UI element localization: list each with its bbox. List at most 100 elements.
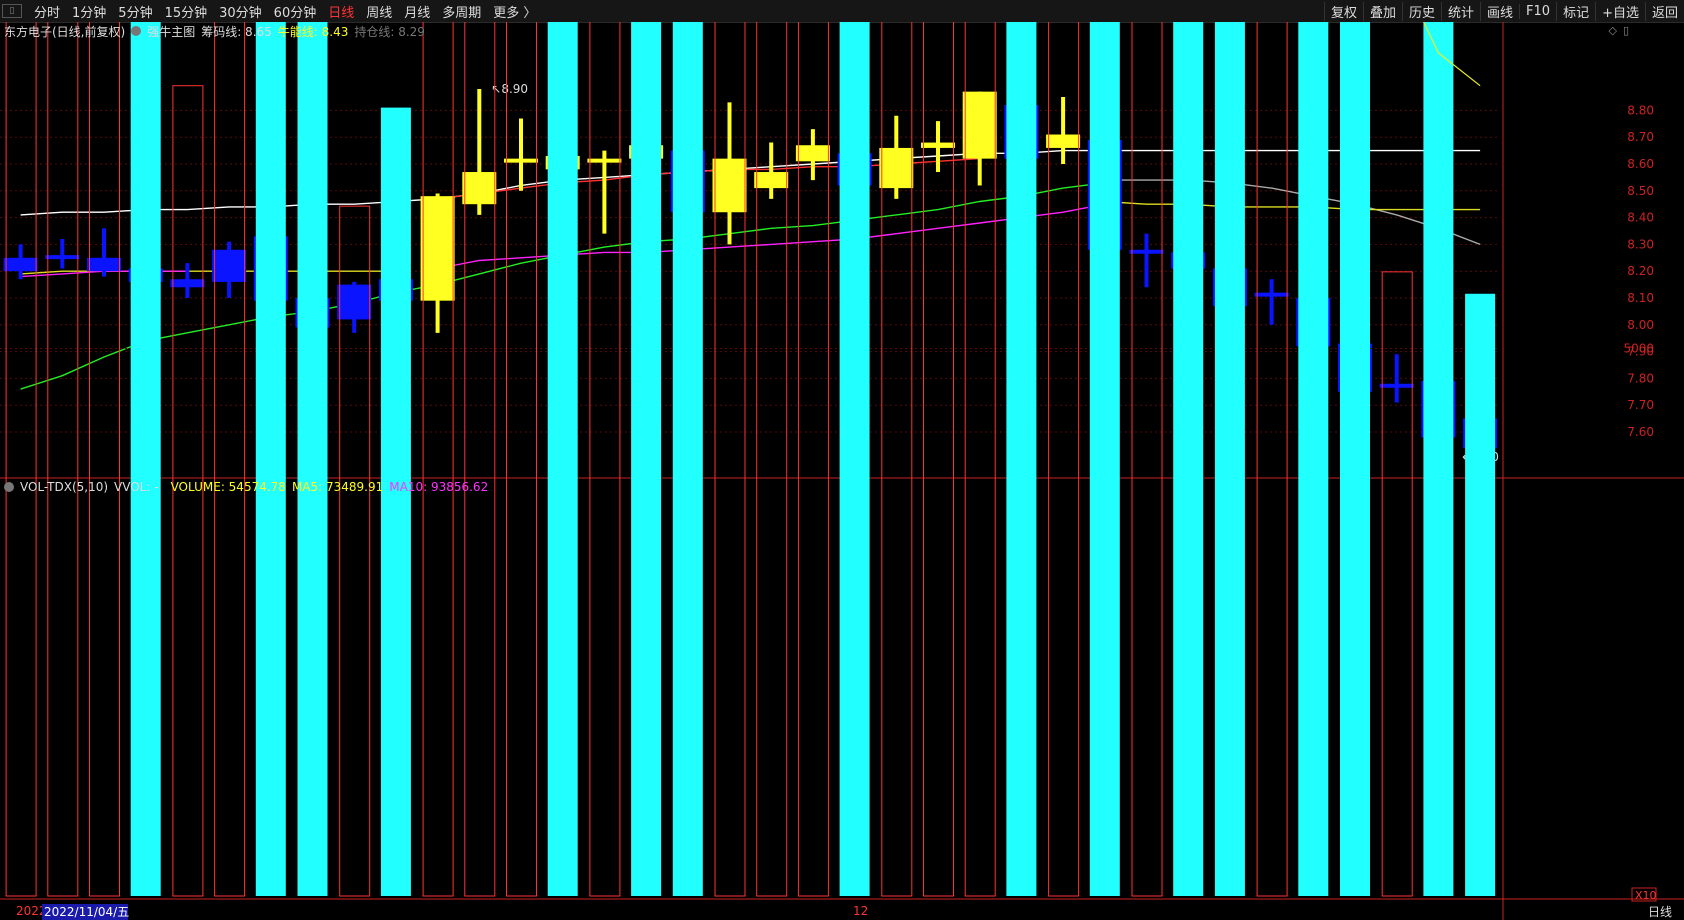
candle-body-14 (587, 158, 622, 163)
position-line-value: 持仓线: 8.29 (354, 24, 425, 39)
corner-icons: ◇ ▯ (1608, 24, 1629, 37)
high-label: ↖8.90 (491, 82, 528, 96)
price-tick-0: 7.60 (1627, 425, 1654, 439)
price-tick-4: 8.00 (1627, 318, 1654, 332)
date-left-label: 2022 (16, 904, 47, 918)
volume-bar-32 (1340, 22, 1370, 896)
volume-bar-5 (214, 22, 246, 897)
main-legend: 东方电子(日线,前复权) 强牛主图 筹码线: 8.65 牛能线: 8.43 持仓… (4, 22, 431, 40)
tab-8[interactable]: 月线 (398, 2, 436, 21)
volume-bar-6 (255, 22, 286, 897)
tab-4[interactable]: 30分钟 (213, 2, 268, 21)
bull-line-value: 牛能线: 8.43 (277, 24, 349, 39)
tab-0[interactable]: 分时 (28, 2, 66, 21)
price-tick-5: 8.10 (1627, 291, 1654, 305)
tab-6[interactable]: 日线 (322, 2, 360, 21)
candle-body-23 (962, 91, 997, 159)
volume-bar-0 (5, 22, 37, 897)
price-tick-10: 8.60 (1627, 157, 1654, 171)
volume-value: VOLUME: 54574.78 (170, 480, 286, 494)
stock-chart: 7.607.707.807.908.008.108.208.308.408.50… (0, 22, 1684, 920)
volume-bar-34 (1423, 22, 1454, 896)
toolbar-button-4[interactable]: 画线 (1480, 1, 1519, 21)
price-tick-6: 8.20 (1627, 264, 1654, 278)
volume-bar-30 (1256, 22, 1288, 897)
volume-bar-9 (380, 107, 411, 897)
ma5-value: MA5: 73489.91 (291, 480, 384, 494)
panel-icon[interactable]: ▯ (2, 4, 22, 18)
price-tick-8: 8.40 (1627, 211, 1654, 225)
tab-2[interactable]: 5分钟 (112, 2, 158, 21)
vvol-value: VVOL: - (114, 480, 159, 494)
candle-body-12 (504, 158, 538, 163)
ma10-value: MA10: 93856.62 (389, 480, 489, 494)
toolbar-button-8[interactable]: 返回 (1644, 1, 1684, 21)
settings-icon[interactable] (131, 26, 142, 36)
chip-line-value: 筹码线: 8.65 (201, 24, 272, 39)
candle-body-25 (1046, 134, 1081, 148)
candle-body-22 (921, 142, 955, 148)
volume-bar-24 (1006, 22, 1037, 896)
candle-body-17 (712, 158, 747, 213)
tab-1[interactable]: 1分钟 (66, 2, 112, 21)
tab-7[interactable]: 周线 (360, 2, 398, 21)
price-tick-2: 7.80 (1627, 371, 1654, 385)
price-line-0 (20, 149, 1481, 216)
candle-body-0 (3, 257, 38, 272)
period-tabs: ▯ 分时 1分钟 5分钟 15分钟 30分钟 60分钟 日线 周线 月线 多周期 更多 〉 (0, 0, 542, 22)
volume-bar-13 (547, 22, 578, 896)
toolbar-button-7[interactable]: +自选 (1595, 1, 1645, 21)
candle-body-1 (45, 255, 80, 260)
toolbar-button-2[interactable]: 历史 (1401, 1, 1441, 21)
toolbar-button-3[interactable]: 统计 (1441, 1, 1480, 21)
date-cursor-label: 2022/11/04/五 (44, 905, 129, 919)
volume-bar-3 (130, 22, 161, 896)
candle-body-2 (87, 257, 121, 272)
volume-bar-29 (1214, 22, 1245, 896)
stock-title: 东方电子(日线,前复权) (4, 24, 126, 39)
period-label: 日线 (1648, 905, 1672, 919)
candle-body-21 (879, 147, 914, 189)
toolbar-button-5[interactable]: F10 (1519, 3, 1556, 19)
tab-5[interactable]: 60分钟 (268, 2, 323, 21)
volume-bar-27 (1131, 22, 1163, 897)
toolbar-buttons: 复权 叠加 历史 统计 画线 F10 标记 +自选 返回 (1323, 0, 1684, 22)
diamond-icon[interactable]: ◇ (1608, 24, 1616, 37)
volume-bar-2 (89, 22, 120, 897)
price-tick-11: 8.70 (1627, 130, 1654, 144)
volume-bar-35 (1465, 293, 1496, 896)
volume-bar-26 (1089, 22, 1120, 896)
candle-body-18 (754, 172, 789, 189)
window-icon[interactable]: ▯ (1623, 24, 1629, 37)
vol-unit-label: X10 (1635, 889, 1657, 902)
toolbar-button-6[interactable]: 标记 (1556, 1, 1595, 21)
tab-10[interactable]: 更多 〉 (487, 2, 542, 21)
volume-bar-16 (672, 22, 703, 896)
candle-body-5 (212, 249, 247, 282)
tab-9[interactable]: 多周期 (436, 2, 487, 21)
candle-body-4 (170, 279, 205, 288)
volume-tick-0: 5000 (1623, 342, 1654, 356)
toolbar-button-0[interactable]: 复权 (1323, 1, 1363, 21)
candle-body-19 (795, 145, 830, 162)
candle-body-11 (462, 172, 497, 205)
volume-bar-15 (631, 22, 662, 896)
volume-bar-10 (422, 22, 454, 897)
top-toolbar: ▯ 分时 1分钟 5分钟 15分钟 30分钟 60分钟 日线 周线 月线 多周期 更多 〉 复权 叠加… (0, 0, 1684, 23)
candle-body-30 (1254, 292, 1289, 297)
settings-icon[interactable] (4, 482, 14, 492)
price-tick-7: 8.30 (1627, 237, 1654, 251)
toolbar-button-1[interactable]: 叠加 (1362, 1, 1402, 21)
candle-body-33 (1379, 383, 1414, 388)
volume-bar-31 (1298, 22, 1329, 896)
candle-body-8 (337, 284, 372, 320)
indicator-name[interactable]: 强牛主图 (147, 23, 195, 40)
candle-body-27 (1129, 249, 1164, 254)
price-tick-9: 8.50 (1627, 184, 1654, 198)
volume-bar-7 (297, 22, 328, 896)
volume-legend: VOL-TDX(5,10) VVOL: - VOLUME: 54574.78 M… (4, 478, 494, 496)
vol-title[interactable]: VOL-TDX(5,10) (20, 480, 108, 494)
tab-3[interactable]: 15分钟 (159, 2, 214, 21)
month-mark-label: 12 (853, 904, 868, 918)
volume-bar-20 (839, 22, 870, 896)
